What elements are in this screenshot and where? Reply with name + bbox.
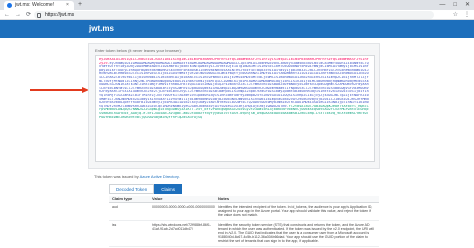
claim-value-cell: 00000003-0000-0000-c000-000000000000 [149,202,215,221]
claim-type-cell: aud [109,202,149,221]
lock-icon [37,12,41,18]
issuer-link[interactable]: Azure Active Directory. [140,174,180,179]
table-row: iss https://sts.windows.net/72f988bf-86f… [109,220,379,247]
close-window-icon[interactable]: ✕ [465,1,470,9]
issuer-note: This token was issued by Azure Active Di… [94,174,180,179]
reload-icon[interactable]: ⟳ [26,11,31,19]
token-payload-segment: kZk9FbXV6bUJpeFFhX0FBIiwidmVyIjoiMS4wIiw… [99,101,369,105]
token-payload-segment: tQThDY2hvM2l3NWVsRnJwb3ZGcUlqc1RDRzNkWk1… [99,104,289,108]
token-signature-segment: SsmkUNlhGDYE0z_AA0jq-e-dfIJuO5AN-Av3gBE-… [99,111,369,115]
token-panel: Enter token below (it never leaves your … [88,43,380,169]
claim-notes-cell: Identifies the intended recipient of the… [215,202,379,221]
token-payload-segment: mLTc0YjMtNDdlZC1hNjZmLTM3NDhkNDg5N2E0OSI… [99,79,369,83]
token-payload-segment: pbyI6IkFTUUEyLzhRQUFBQW5tdk9WOHRJSk5VRnF… [99,68,369,72]
token-payload-segment: eyJhdWQiOiIwMDAwMDAwMy0wMDAwLTAwMDAtYzAw… [109,61,369,65]
token-payload-segment: xODBCSGJSN1hJaTk3NTJiRkl0NjF3M0VIYnhBU2F… [99,83,369,87]
token-signature-segment: Yl2tBsAl8Ul7OB3OAQpKJe8eTtAYBcYl_HQBlC [288,104,369,108]
browser-tab-bar: jwt.ms: Welcome! × + — □ ✕ [0,0,474,10]
table-row: aud 00000003-0000-0000-c000-000000000000… [109,202,379,221]
claims-table: Claim type Value Notes aud 00000003-0000… [109,196,379,247]
tab-title: jwt.ms: Welcome! [15,2,55,8]
site-header: jwt.ms [0,20,474,38]
token-payload-segment: iLCJnaXZlbl9uYW1lIjoiSm9obiIsImlkdHlwIjo… [99,75,369,79]
token-line: PUDfHBcDWcJeOKo9tVBljQGnAvubyWJhQYFhPlq2… [99,116,371,120]
favicon-icon [7,3,12,8]
token-payload-segment: lLkFsbCBNYWlsLlJlYWRXcml0ZSBOb3Rlcy5SZWF… [99,86,369,90]
token-prompt: Enter token below (it never leaves your … [95,48,182,53]
token-signature-segment: PUDfHBcDWcJeOKo9tVBljQGnAvubyWJhQYFhPlq2… [99,115,203,119]
issuer-note-text: This token was issued by [94,174,139,179]
browser-tab[interactable]: jwt.ms: Welcome! × [4,1,74,10]
url-input[interactable]: https://jwt.ms [34,11,434,19]
tab-claims[interactable]: Claims [154,184,182,194]
claim-value-cell: https://sts.windows.net/72f988bf-86f1-41… [149,220,215,247]
tab-close-icon[interactable]: × [66,2,69,9]
site-logo[interactable]: jwt.ms [89,24,114,34]
forward-icon[interactable]: → [15,11,21,19]
browser-actions: ☆ ⋮ [453,11,470,19]
address-bar: ← → ⟳ https://jwt.ms ☆ ⋮ [0,10,474,20]
token-payload-segment: xYWYtOTFhYi0yZDdjZDAxMWRiNDcvIiwiaWF0Ijo… [99,65,369,69]
token-header-segment: ZyJ9. [99,61,110,65]
star-icon[interactable]: ☆ [453,11,458,19]
menu-icon[interactable]: ⋮ [464,11,470,19]
arrow-annotation-line [30,89,83,91]
token-payload-segment: YQlh5MjY1SXJaRkZlb1FTM1hYZjJxcTV0UFk1TzA… [99,93,369,97]
minimize-icon[interactable]: — [439,1,445,9]
maximize-icon[interactable]: □ [453,1,457,9]
claim-type-cell: iss [109,220,149,247]
view-tabs: Decoded Token Claims [109,184,182,194]
claim-notes-cell: Identifies the security token service (S… [215,220,379,247]
token-signature-segment: rpVMEWdvLDN2pQS7NNN2GZJG5pWLgixTBg3OWSy3… [99,108,369,112]
tab-decoded-token[interactable]: Decoded Token [109,184,155,194]
url-text: https://jwt.ms [45,12,75,18]
back-icon[interactable]: ← [4,11,10,19]
nav-buttons: ← → ⟳ [4,11,31,19]
token-payload-segment: 5MWFiLTJkN2NkMDExZGI0NyIsInVuaXF1ZV9uYW1… [99,97,369,101]
token-payload-segment: hZFdyaXRlIFVzZXIuUmVhZEJhc2ljLkFsbCBVc2V… [99,90,369,94]
new-tab-icon[interactable]: + [78,1,82,9]
token-input[interactable]: eyJ0eXAiOiJKV1QiLCJhbGciOiJSUzI1NiIsIng1… [95,55,375,162]
window-controls: — □ ✕ [439,1,470,9]
token-payload-segment: HcmFwaCBleHBsb3JlciIsImFwcGlkIjoiZGU4YmM… [99,72,369,76]
token-header-segment: eyJ0eXAiOiJKV1QiLCJhbGciOiJSUzI1NiIsIng1… [99,58,369,61]
